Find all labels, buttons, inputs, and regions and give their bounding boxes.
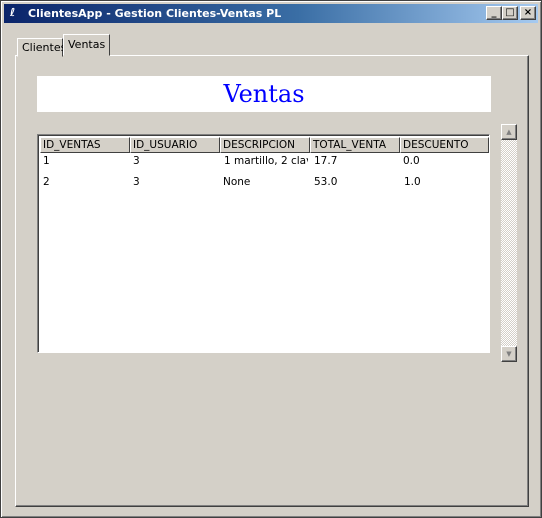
app-window: ℓ ClientesApp - Gestion Clientes-Ventas … (0, 0, 542, 518)
page-title: Ventas (223, 80, 305, 108)
maximize-button[interactable]: □ (502, 6, 518, 20)
table-row[interactable]: 1 3 1 martillo, 2 clavos 17.7 0.0 (40, 151, 489, 171)
cell-descuento: 0.0 (403, 155, 420, 167)
close-button[interactable]: × (520, 6, 536, 20)
cell-total-venta: 53.0 (314, 176, 338, 188)
vertical-scrollbar[interactable]: ▲ ▼ (501, 124, 517, 362)
tab-ventas[interactable]: Ventas (63, 34, 110, 56)
cell-total-venta: 17.7 (314, 155, 338, 167)
table-row[interactable]: 2 3 None 53.0 1.0 (40, 172, 489, 192)
cell-descuento: 1.0 (404, 176, 421, 188)
scroll-down-arrow-icon[interactable]: ▼ (501, 346, 517, 362)
sales-table[interactable]: ID_VENTAS ID_USUARIO DESCRIPCION TOTAL_V… (37, 134, 490, 353)
cell-id-usuario: 3 (133, 155, 140, 167)
scroll-up-arrow-icon[interactable]: ▲ (501, 124, 517, 140)
cell-id-usuario: 3 (133, 176, 140, 188)
cell-descripcion: None (223, 176, 251, 188)
cell-id-ventas: 2 (43, 176, 50, 188)
tab-clientes[interactable]: Clientes (17, 38, 66, 57)
heading-banner: Ventas (37, 76, 491, 112)
window-title: ClientesApp - Gestion Clientes-Ventas PL (28, 7, 282, 20)
cell-descripcion: 1 martillo, 2 clavos (224, 155, 308, 167)
minimize-button[interactable]: _ (486, 6, 502, 20)
title-bar[interactable]: ℓ ClientesApp - Gestion Clientes-Ventas … (4, 4, 538, 23)
cell-id-ventas: 1 (43, 155, 50, 167)
feather-icon[interactable]: ℓ (10, 6, 20, 20)
